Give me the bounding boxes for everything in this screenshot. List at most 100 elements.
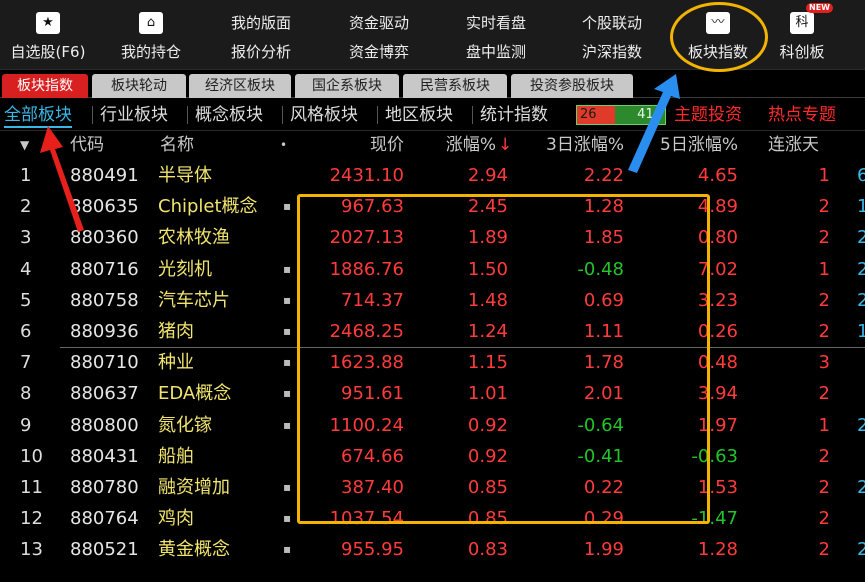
row-index: 10 [20,445,43,467]
overflow-cell: 6 [857,165,865,186]
tab-sector-rotation[interactable]: 板块轮动 [92,74,186,98]
sector-name: 融资增加 [158,477,230,498]
filter-divider [187,106,188,124]
header-streak[interactable]: 连涨天 [768,132,819,158]
sector-code: 880521 [70,539,139,561]
tab-investment-holdings[interactable]: 投资参股板块 [511,74,633,98]
filter-industry[interactable]: 行业板块 [100,102,168,128]
row-index: 3 [20,227,32,249]
sector-name: 鸡肉 [158,508,194,530]
row-mark: ▪ [283,199,292,214]
header-change-5d[interactable]: 5日涨幅% [634,132,738,158]
filter-concept[interactable]: 概念板块 [195,102,263,128]
header-change-3d[interactable]: 3日涨幅% [520,132,624,158]
sector-code: 880635 [70,196,139,218]
header-code[interactable]: 代码 [70,132,104,158]
filter-divider [377,106,378,124]
toolbar-monitor-button[interactable]: 实时看盘 盘中监测 [450,0,542,70]
toolbar-star-market-button[interactable]: 科 NEW 科创板 [772,0,833,70]
star-market-icon: 科 [790,12,814,34]
streak-cell: 2 [818,508,830,530]
table-row[interactable]: 13 880521 黄金概念 ▪ 955.95 0.83 1.99 1.28 2 2 [0,534,865,565]
decline-count: 414 [637,107,662,122]
streak-cell: 1 [818,414,830,436]
sector-name: 光刻机 [158,258,212,280]
row-mark: ▪ [283,355,292,370]
row-index: 5 [20,289,32,311]
filter-divider [282,106,283,124]
filter-region[interactable]: 地区板块 [385,102,453,128]
row-index: 1 [20,165,32,186]
sector-code: 880764 [70,508,139,530]
toolbar-monitor-bottom-label[interactable]: 盘中监测 [450,41,542,62]
overflow-cell: 2 [857,414,865,436]
toolbar-holdings-label: 我的持仓 [120,43,181,61]
toolbar-holdings-button[interactable]: ⌂ 我的持仓 [105,0,197,70]
sector-name: EDA概念 [158,383,232,405]
filter-statistics-index[interactable]: 统计指数 [480,102,548,128]
tab-state-owned[interactable]: 国企系板块 [295,74,399,98]
tab-sector-index[interactable]: 板块指数 [2,74,88,98]
sort-toggle-icon[interactable]: ▼ [20,132,29,158]
sector-code: 880936 [70,321,139,342]
row-index: 7 [20,352,32,374]
overflow-cell: 2 [857,477,865,498]
sector-name: 农林牧渔 [158,227,230,249]
hot-topics-link[interactable]: 热点专题 [768,102,836,128]
filter-all-sectors[interactable]: 全部板块 [4,102,72,128]
streak-cell: 2 [818,445,830,467]
sector-code: 880491 [70,165,139,186]
price-cell: 955.95 [341,539,404,561]
overflow-cell: 2 [857,227,865,249]
header-price[interactable]: 现价 [300,132,404,158]
toolbar-index-button[interactable]: 个股联动 沪深指数 [566,0,658,70]
highlight-circle-annotation [670,2,768,72]
sector-tab-bar: 板块指数 板块轮动 经济区板块 国企系板块 民营系板块 投资参股板块 [0,71,865,98]
sector-name: 猪肉 [158,321,194,342]
row-mark: ▪ [283,511,292,526]
toolbar-favorites-button[interactable]: ★ 自选股(F6) [0,0,96,70]
sector-code: 880780 [70,477,139,498]
tab-economic-zone[interactable]: 经济区板块 [189,74,291,98]
sort-desc-icon: ↓ [498,135,513,155]
toolbar-layout-bottom-label[interactable]: 报价分析 [215,41,307,62]
row-index: 9 [20,414,32,436]
toolbar-index-top-label[interactable]: 个股联动 [566,12,658,33]
toolbar-layout-button[interactable]: 我的版面 报价分析 [215,0,307,70]
streak-cell: 2 [818,539,830,561]
streak-cell: 2 [818,477,830,498]
streak-cell: 2 [818,289,830,311]
tab-private-owned[interactable]: 民营系板块 [403,74,507,98]
toolbar-star-market-label: 科创板 [779,43,825,61]
toolbar-index-bottom-label[interactable]: 沪深指数 [566,41,658,62]
filter-divider [92,106,93,124]
header-mark: • [280,138,288,152]
filter-style[interactable]: 风格板块 [290,102,358,128]
toolbar-layout-top-label[interactable]: 我的版面 [215,12,307,33]
row-mark: ▪ [283,261,292,276]
overflow-cell: 1 [857,196,865,218]
theme-investment-link[interactable]: 主题投资 [674,102,742,128]
header-name[interactable]: 名称 [160,132,194,158]
row-mark: ▪ [283,324,292,338]
change-cell: 2.94 [467,165,508,186]
header-change[interactable]: 涨幅% [420,132,496,158]
sector-code: 880710 [70,352,139,374]
table-row[interactable]: 1 880491 半导体 2431.10 2.94 2.22 4.65 1 6 [0,160,865,191]
sector-name: 氮化镓 [158,414,212,436]
change-3d-cell: 2.22 [583,165,624,186]
streak-cell: 1 [818,165,830,186]
toolbar-capital-button[interactable]: 资金驱动 资金博弈 [333,0,425,70]
streak-cell: 1 [818,258,830,280]
toolbar-capital-bottom-label[interactable]: 资金博弈 [333,41,425,62]
change-5d-cell: 1.28 [697,539,738,561]
row-mark: ▪ [283,417,292,432]
sector-name: 汽车芯片 [158,289,230,311]
row-mark: ▪ [283,480,292,494]
toolbar-monitor-top-label[interactable]: 实时看盘 [450,12,542,33]
streak-cell: 2 [818,227,830,249]
row-index: 12 [20,508,43,530]
new-badge: NEW [806,3,833,13]
toolbar-capital-top-label[interactable]: 资金驱动 [333,12,425,33]
row-index: 2 [20,196,32,218]
